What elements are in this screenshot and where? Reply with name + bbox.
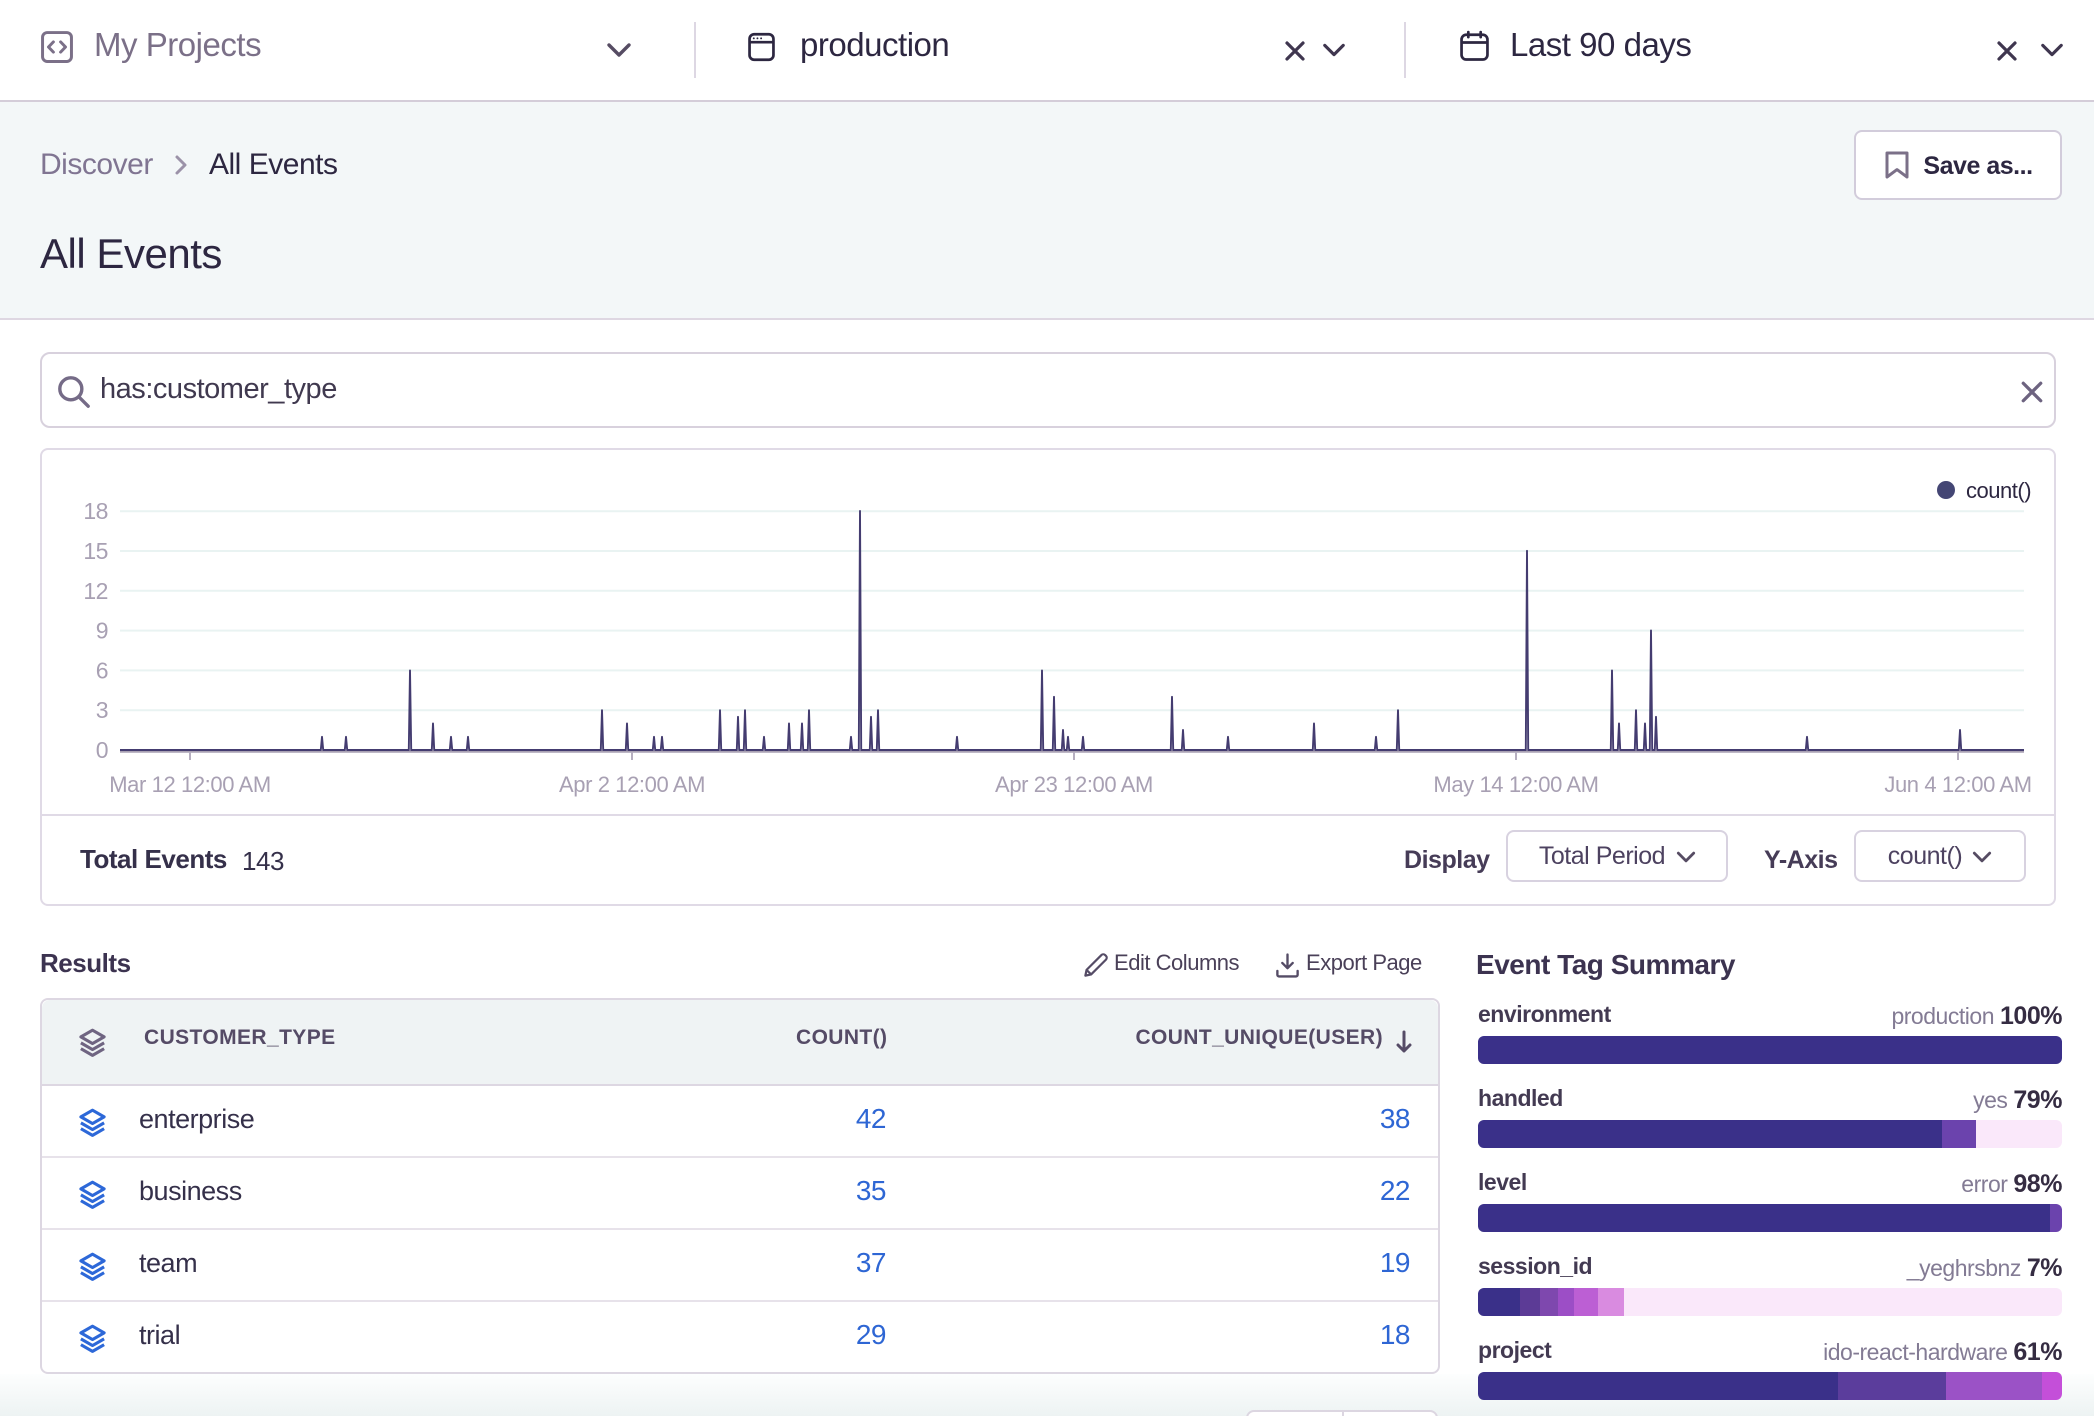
svg-text:9: 9 [96, 618, 108, 644]
svg-text:6: 6 [96, 657, 108, 683]
svg-text:18: 18 [83, 498, 108, 524]
svg-text:May 14 12:00 AM: May 14 12:00 AM [1433, 772, 1598, 797]
svg-text:Apr 23 12:00 AM: Apr 23 12:00 AM [995, 772, 1153, 797]
svg-text:count(): count() [1966, 478, 2031, 503]
svg-text:3: 3 [96, 697, 108, 723]
svg-text:Jun 4 12:00 AM: Jun 4 12:00 AM [1884, 772, 2031, 797]
svg-text:15: 15 [83, 538, 108, 564]
svg-text:0: 0 [96, 737, 108, 763]
svg-text:12: 12 [83, 578, 108, 604]
svg-text:Mar 12 12:00 AM: Mar 12 12:00 AM [109, 772, 271, 797]
svg-text:Apr 2 12:00 AM: Apr 2 12:00 AM [559, 772, 705, 797]
